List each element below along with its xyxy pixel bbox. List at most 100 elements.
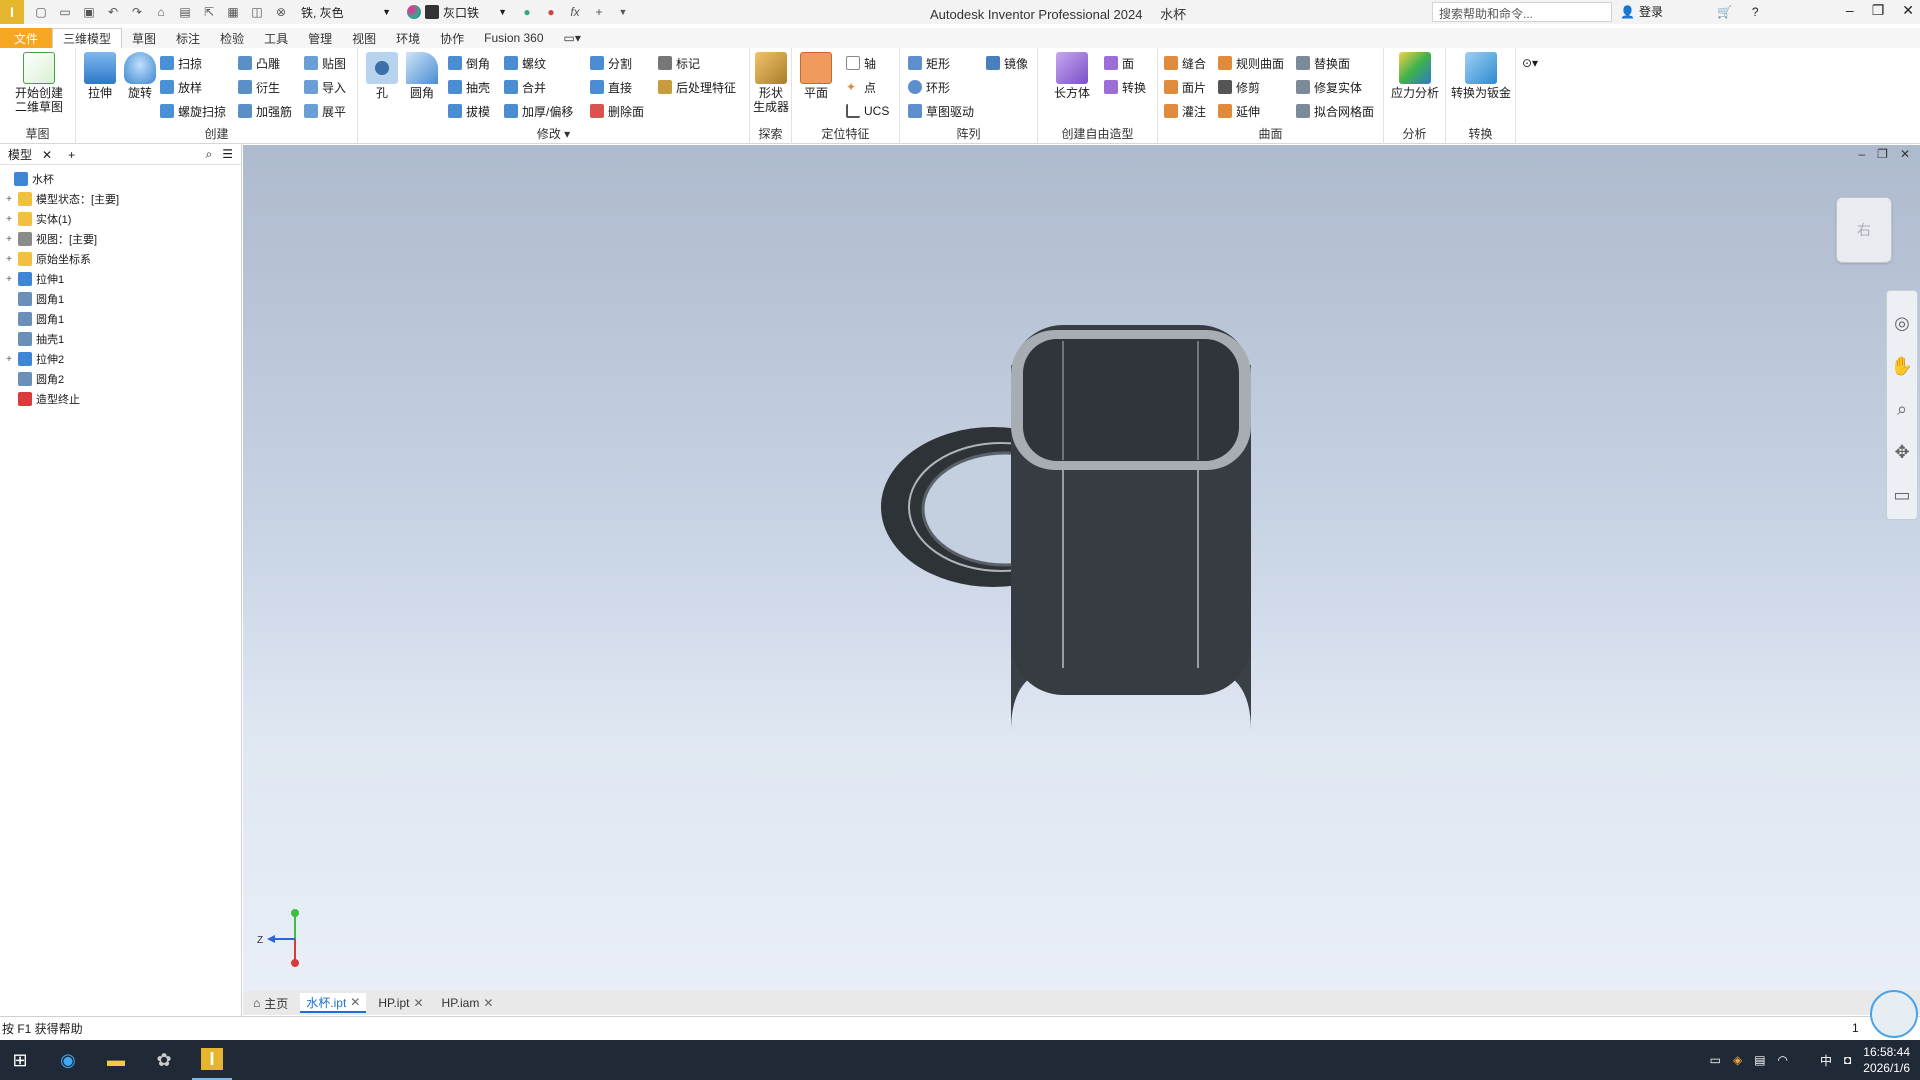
tray-app-icon[interactable]: ◈ <box>1733 1053 1742 1067</box>
mark-button[interactable]: 标记 <box>658 52 700 74</box>
tab-3d-model[interactable]: 三维模型 <box>52 28 123 48</box>
parameters-icon[interactable]: fx <box>566 3 584 21</box>
file-explorer-icon[interactable]: ▬ <box>96 1040 136 1080</box>
clear-appearance-icon[interactable]: ● <box>542 3 560 21</box>
rib-button[interactable]: 加强筋 <box>238 100 292 122</box>
cart-icon[interactable]: 🛒 <box>1717 5 1732 19</box>
browser-tab-model[interactable]: 模型 <box>4 146 36 163</box>
axis-button[interactable]: 轴 <box>846 52 876 74</box>
cup-rim[interactable] <box>1011 330 1251 470</box>
decal-button[interactable]: 贴图 <box>304 52 346 74</box>
coil-button[interactable]: 螺旋扫掠 <box>160 100 226 122</box>
chamfer-button[interactable]: 倒角 <box>448 52 490 74</box>
home-icon[interactable]: ⌂ <box>152 3 170 21</box>
import-button[interactable]: 导入 <box>304 76 346 98</box>
new-file-icon[interactable]: ▢ <box>32 3 50 21</box>
sweep-button[interactable]: 扫掠 <box>160 52 202 74</box>
clear-override-icon[interactable]: ⊗ <box>272 3 290 21</box>
app-icon[interactable]: ✿ <box>144 1040 184 1080</box>
ucs-button[interactable]: UCS <box>846 100 889 122</box>
material-select[interactable]: 铁, 灰色 ▼ <box>296 3 396 21</box>
split-button[interactable]: 分割 <box>590 52 632 74</box>
point-button[interactable]: ✦ 点 <box>846 76 876 98</box>
post-process-button[interactable]: 后处理特征 <box>658 76 736 98</box>
tab-sketch[interactable]: 草图 <box>122 28 166 48</box>
expand-toggle-icon[interactable]: + <box>4 354 14 365</box>
tray-monitor-icon[interactable]: ▭ <box>1710 1053 1721 1067</box>
hole-button[interactable]: 孔 <box>362 52 402 100</box>
edge-browser-icon[interactable]: ◉ <box>48 1040 88 1080</box>
select-icon[interactable]: ⇱ <box>200 3 218 21</box>
tab-inspect[interactable]: 检验 <box>210 28 254 48</box>
extrude-button[interactable]: 拉伸 <box>80 52 120 100</box>
loft-button[interactable]: 放样 <box>160 76 202 98</box>
doc-tab[interactable]: HP.iam ✕ <box>436 993 500 1013</box>
tree-item[interactable]: + 模型状态：[主要] <box>0 189 241 209</box>
adjust-appearance-icon[interactable]: ● <box>518 3 536 21</box>
tree-item[interactable]: + 实体(1) <box>0 209 241 229</box>
draft-button[interactable]: 拔模 <box>448 100 490 122</box>
file-menu[interactable]: 文件 <box>0 28 53 48</box>
doc-tab[interactable]: HP.ipt ✕ <box>372 993 429 1013</box>
tray-network-icon[interactable]: ▤ <box>1754 1053 1765 1067</box>
tree-item[interactable]: 抽壳1 <box>0 329 241 349</box>
ime-mode-icon[interactable]: ◘ <box>1844 1053 1851 1067</box>
close-icon[interactable]: ✕ <box>1902 2 1914 19</box>
derive-button[interactable]: 衍生 <box>238 76 280 98</box>
redo-icon[interactable]: ↷ <box>128 3 146 21</box>
restore-icon[interactable]: ❐ <box>1872 2 1885 19</box>
customize-qat-icon[interactable]: ▼ <box>614 3 632 21</box>
help-search-input[interactable]: 搜索帮助和命令... <box>1432 2 1612 22</box>
expand-toggle-icon[interactable]: + <box>4 194 14 205</box>
expand-toggle-icon[interactable]: + <box>4 254 14 265</box>
doc-tab[interactable]: 水杯.ipt ✕ <box>300 993 367 1013</box>
convert-to-sheet-metal-button[interactable]: 转换为钣金 <box>1450 52 1512 100</box>
tree-item[interactable]: + 视图：[主要] <box>0 229 241 249</box>
circular-pattern-button[interactable]: 环形 <box>908 76 950 98</box>
patch-button[interactable]: 面片 <box>1164 76 1206 98</box>
update-icon[interactable]: ▦ <box>224 3 242 21</box>
tab-environments[interactable]: 环境 <box>386 28 430 48</box>
plane-button[interactable]: 平面 <box>796 52 836 100</box>
add-tab-icon[interactable]: + <box>68 148 75 162</box>
thicken-offset-button[interactable]: 加厚/偏移 <box>504 100 573 122</box>
ribbon-options-button[interactable]: ⊙▾ <box>1522 52 1538 74</box>
ime-indicator[interactable]: 中 <box>1820 1052 1832 1069</box>
shell-button[interactable]: 抽壳 <box>448 76 490 98</box>
tree-item[interactable]: + 拉伸2 <box>0 349 241 369</box>
tab-view[interactable]: 视图 <box>342 28 386 48</box>
tab-annotate[interactable]: 标注 <box>166 28 210 48</box>
fillet-button[interactable]: 圆角 <box>402 52 442 100</box>
extend-button[interactable]: 延伸 <box>1218 100 1260 122</box>
tree-item[interactable]: + 原始坐标系 <box>0 249 241 269</box>
mirror-button[interactable]: 镜像 <box>986 52 1028 74</box>
home-tab[interactable]: ⌂ 主页 <box>247 993 294 1013</box>
emboss-button[interactable]: 凸雕 <box>238 52 280 74</box>
tree-item[interactable]: 圆角1 <box>0 309 241 329</box>
tree-item[interactable]: + 拉伸1 <box>0 269 241 289</box>
shape-generator-button[interactable]: 形状 生成器 <box>751 52 791 114</box>
combine-button[interactable]: 合并 <box>504 76 546 98</box>
tab-fusion-360[interactable]: Fusion 360 <box>474 28 553 48</box>
repair-bodies-button[interactable]: 修复实体 <box>1296 76 1362 98</box>
cup-model[interactable] <box>243 145 1920 991</box>
close-icon[interactable]: ✕ <box>42 148 52 162</box>
sketch-driven-pattern-button[interactable]: 草图驱动 <box>908 100 974 122</box>
assistant-avatar-icon[interactable] <box>1870 990 1918 1038</box>
unfold-button[interactable]: 展平 <box>304 100 346 122</box>
tree-item[interactable]: 水杯 <box>0 169 241 189</box>
clock[interactable]: 16:58:44 2026/1/6 <box>1863 1044 1910 1076</box>
replace-face-button[interactable]: 替换面 <box>1296 52 1350 74</box>
stress-analysis-button[interactable]: 应力分析 <box>1390 52 1440 100</box>
save-icon[interactable]: ▣ <box>80 3 98 21</box>
add-icon[interactable]: + <box>590 3 608 21</box>
measure-icon[interactable]: ◫ <box>248 3 266 21</box>
help-icon[interactable]: ? <box>1752 5 1759 19</box>
expand-toggle-icon[interactable]: + <box>4 234 14 245</box>
undo-icon[interactable]: ↶ <box>104 3 122 21</box>
thread-button[interactable]: 螺纹 <box>504 52 546 74</box>
direct-button[interactable]: 直接 <box>590 76 632 98</box>
revolve-button[interactable]: 旋转 <box>120 52 160 100</box>
tree-item[interactable]: 造型终止 <box>0 389 241 409</box>
stitch-button[interactable]: 缝合 <box>1164 52 1206 74</box>
